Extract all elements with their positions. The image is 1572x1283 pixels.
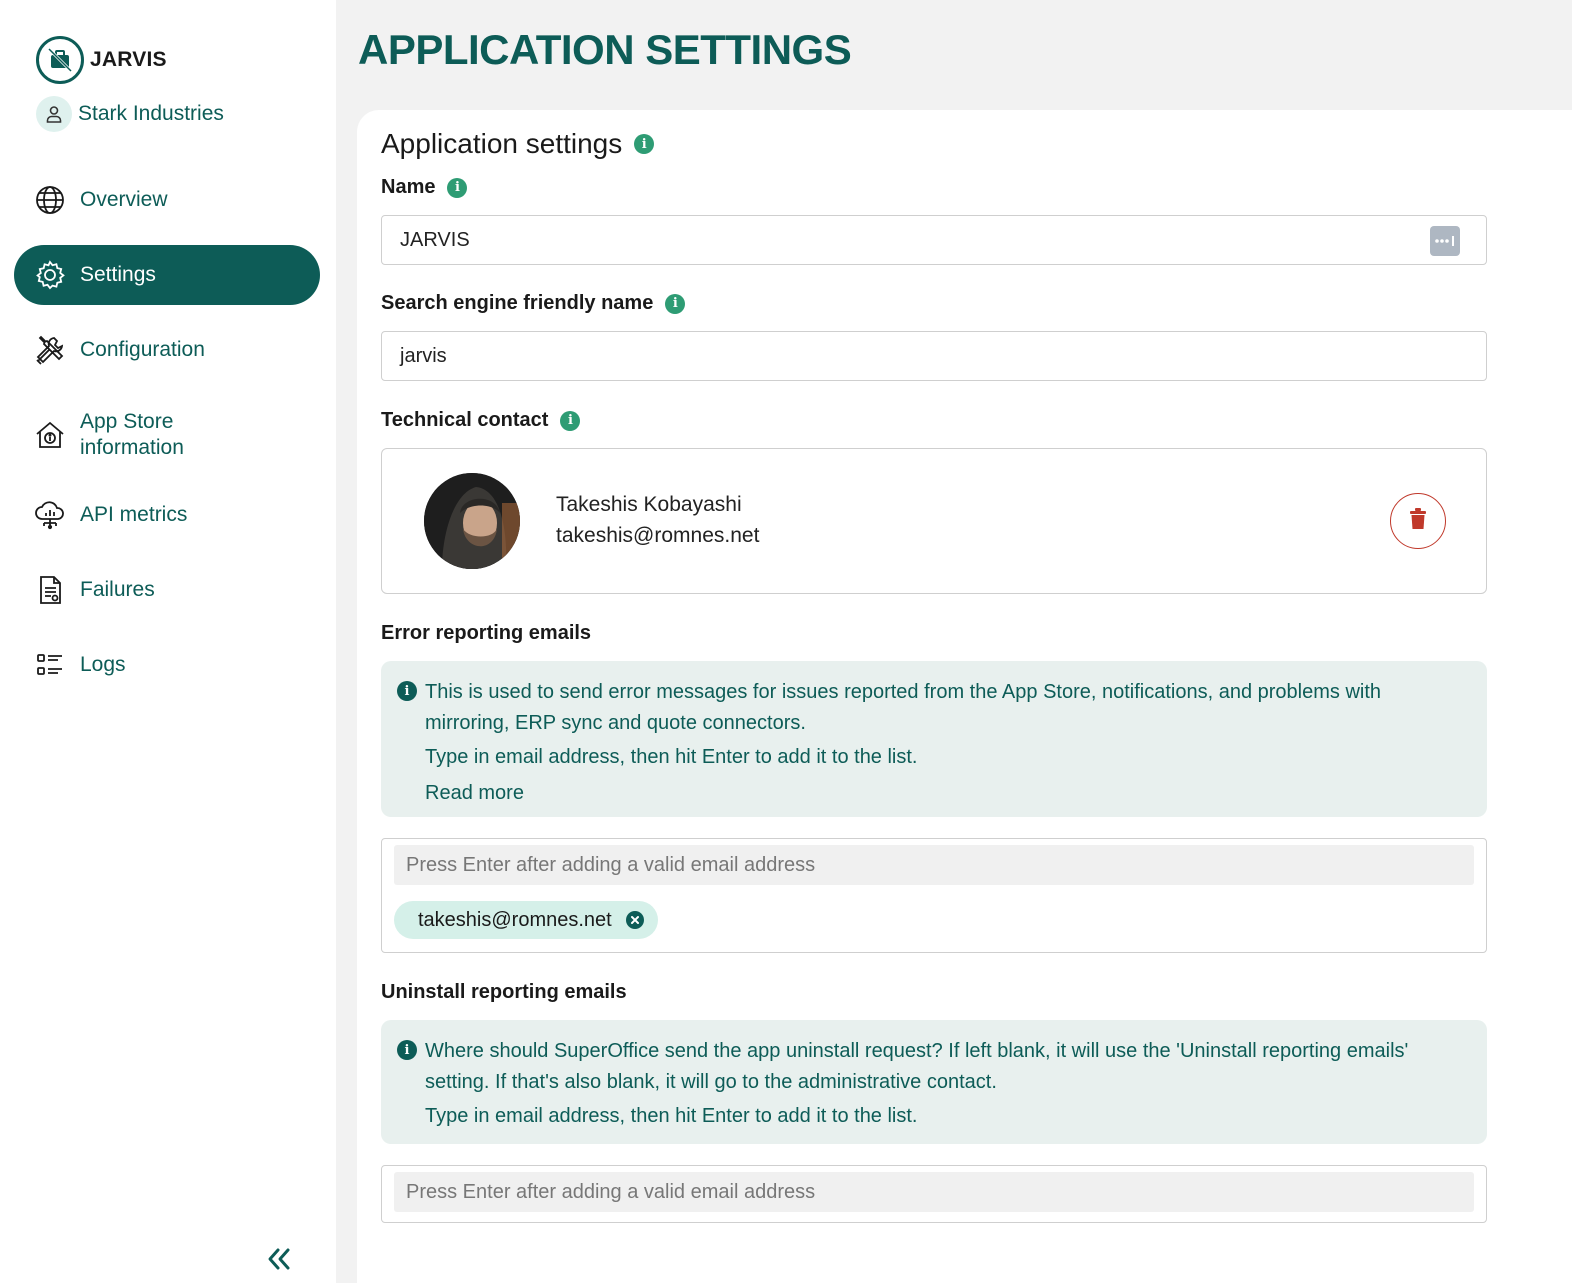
user-icon: [36, 96, 72, 132]
uninstall-emails-info-text: Where should SuperOffice send the app un…: [425, 1040, 1409, 1093]
list-icon: [34, 649, 66, 681]
nav-label: App Store information: [80, 410, 184, 459]
seo-name-label: Search engine friendly name i: [381, 292, 686, 315]
error-emails-field: Press Enter after adding a valid email a…: [381, 838, 1487, 953]
uninstall-email-input[interactable]: Press Enter after adding a valid email a…: [394, 1172, 1474, 1212]
brand[interactable]: JARVIS: [36, 36, 167, 84]
globe-icon: [34, 184, 66, 216]
nav-label: API metrics: [80, 503, 188, 526]
seo-name-label-text: Search engine friendly name: [381, 292, 654, 314]
error-emails-label-text: Error reporting emails: [381, 622, 592, 644]
contact-email: takeshis@romnes.net: [556, 524, 760, 547]
store-info-icon: [34, 419, 66, 451]
app-logo-icon: [36, 36, 84, 84]
nav-label: Overview: [80, 188, 168, 211]
nav-label: Settings: [80, 263, 156, 286]
sidebar: JARVIS Stark Industries Overview Setting…: [0, 0, 336, 1283]
name-label: Name i: [381, 176, 468, 199]
uninstall-email-placeholder: Press Enter after adding a valid email a…: [406, 1180, 816, 1203]
read-more-link[interactable]: Read more: [425, 778, 524, 809]
nav-label: Configuration: [80, 338, 205, 361]
technical-contact-label-text: Technical contact: [381, 409, 549, 431]
nav-item-overview[interactable]: Overview: [14, 170, 320, 230]
info-icon[interactable]: i: [665, 293, 686, 314]
error-email-placeholder: Press Enter after adding a valid email a…: [406, 853, 816, 876]
settings-card: Application settings i Name i JARVIS Sea…: [357, 110, 1572, 1283]
info-icon[interactable]: i: [447, 177, 468, 198]
uninstall-emails-instruction: Type in email address, then hit Enter to…: [425, 1105, 918, 1127]
technical-contact-label: Technical contact i: [381, 409, 581, 432]
contact-name: Takeshis Kobayashi: [556, 493, 742, 516]
info-icon[interactable]: i: [560, 410, 581, 431]
app-name: JARVIS: [90, 48, 167, 71]
info-icon[interactable]: i: [634, 134, 655, 154]
gear-icon: [34, 259, 66, 291]
cloud-metrics-icon: [34, 499, 66, 531]
nav-label: Logs: [80, 653, 126, 676]
double-chevron-left-icon: [265, 1245, 293, 1278]
nav-item-failures[interactable]: Failures: [14, 560, 320, 620]
nav-item-logs[interactable]: Logs: [14, 635, 320, 695]
email-chip-label: takeshis@romnes.net: [418, 908, 612, 931]
error-emails-info-panel: i This is used to send error messages fo…: [381, 661, 1487, 817]
section-title: Application settings i: [381, 128, 655, 160]
name-input[interactable]: JARVIS: [381, 215, 1487, 265]
technical-contact-card: Takeshis Kobayashi takeshis@romnes.net: [381, 448, 1487, 594]
error-emails-info-text: This is used to send error messages for …: [425, 681, 1382, 734]
document-icon: [34, 574, 66, 606]
nav-item-app-store-information[interactable]: App Store information: [14, 395, 320, 475]
tenant-switcher[interactable]: Stark Industries: [36, 96, 224, 132]
collapse-sidebar-button[interactable]: [262, 1244, 296, 1278]
remove-contact-button[interactable]: [1390, 493, 1446, 549]
app-root: JARVIS Stark Industries Overview Setting…: [0, 0, 1572, 1283]
info-icon: i: [397, 1040, 417, 1060]
nav-item-settings[interactable]: Settings: [14, 245, 320, 305]
email-chip: takeshis@romnes.net: [394, 901, 658, 939]
contact-avatar: [424, 473, 520, 569]
uninstall-emails-label-text: Uninstall reporting emails: [381, 981, 627, 1003]
nav-label: Failures: [80, 578, 155, 601]
password-manager-icon[interactable]: [1430, 226, 1460, 256]
seo-name-input-value: jarvis: [400, 344, 447, 367]
error-email-input[interactable]: Press Enter after adding a valid email a…: [394, 845, 1474, 885]
nav-item-configuration[interactable]: Configuration: [14, 320, 320, 380]
error-emails-label: Error reporting emails: [381, 622, 591, 645]
uninstall-emails-info-panel: i Where should SuperOffice send the app …: [381, 1020, 1487, 1144]
seo-name-input[interactable]: jarvis: [381, 331, 1487, 381]
remove-chip-icon[interactable]: [625, 911, 644, 929]
name-label-text: Name: [381, 176, 436, 198]
nav-item-api-metrics[interactable]: API metrics: [14, 485, 320, 545]
page-title: APPLICATION SETTINGS: [358, 26, 852, 73]
tenant-name: Stark Industries: [78, 102, 224, 125]
uninstall-emails-field: Press Enter after adding a valid email a…: [381, 1165, 1487, 1223]
error-emails-instruction: Type in email address, then hit Enter to…: [425, 746, 918, 768]
uninstall-emails-label: Uninstall reporting emails: [381, 981, 627, 1004]
trash-icon: [1409, 507, 1427, 535]
info-icon: i: [397, 681, 417, 701]
section-title-text: Application settings: [381, 128, 623, 159]
name-input-value: JARVIS: [400, 228, 470, 251]
tools-icon: [34, 334, 66, 366]
